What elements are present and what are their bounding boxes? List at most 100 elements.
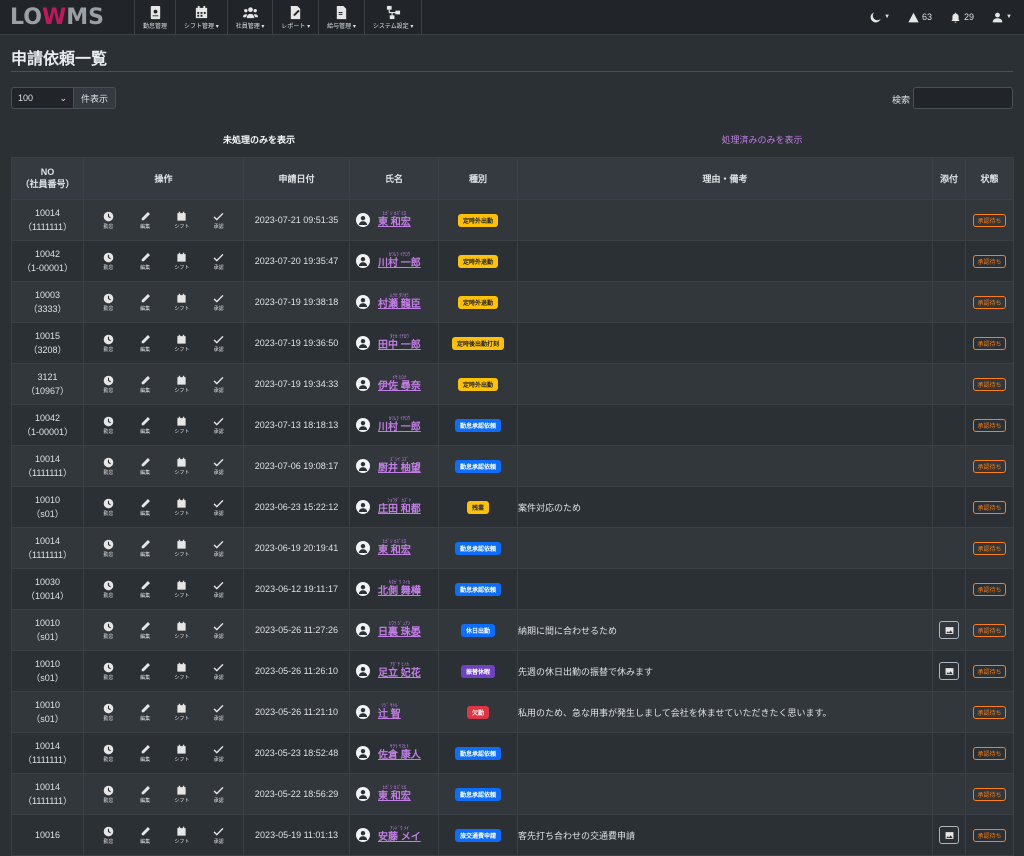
shift-button[interactable]: シフト bbox=[169, 293, 195, 312]
theme-toggle[interactable]: ▼ bbox=[870, 11, 890, 23]
tab-processed[interactable]: 処理済みのみを表示 bbox=[512, 133, 1012, 146]
approve-button[interactable]: 承認 bbox=[206, 498, 232, 517]
attendance-button[interactable]: 勤怠 bbox=[95, 539, 121, 558]
approve-button[interactable]: 承認 bbox=[206, 703, 232, 722]
approve-button[interactable]: 承認 bbox=[206, 539, 232, 558]
shift-button[interactable]: シフト bbox=[169, 662, 195, 681]
tab-unprocessed[interactable]: 未処理のみを表示 bbox=[11, 133, 507, 146]
attachment-button[interactable] bbox=[939, 621, 959, 639]
status-badge[interactable]: 承認待ち bbox=[973, 418, 1006, 432]
employee-name-link[interactable]: ﾑﾗｾ ﾀﾂｵﾐ 村瀬 龍臣 bbox=[378, 293, 421, 311]
approve-button[interactable]: 承認 bbox=[206, 375, 232, 394]
edit-button[interactable]: 編集 bbox=[132, 457, 158, 476]
attendance-button[interactable]: 勤怠 bbox=[95, 744, 121, 763]
status-badge[interactable]: 承認待ち bbox=[973, 295, 1006, 309]
employee-name-link[interactable]: ｶﾜﾑﾗ ｲﾁﾛｳ 川村 一郎 bbox=[378, 252, 421, 270]
edit-button[interactable]: 編集 bbox=[132, 334, 158, 353]
employee-name-link[interactable]: ﾋｶﾞｼ ｶｽﾞﾋﾛ東 和宏 bbox=[378, 211, 411, 229]
edit-button[interactable]: 編集 bbox=[132, 211, 158, 230]
app-logo[interactable]: LO W MS bbox=[0, 0, 134, 34]
employee-name-link[interactable]: ﾋｶﾞｼ ｶｽﾞﾋﾛ東 和宏 bbox=[378, 785, 411, 803]
approve-button[interactable]: 承認 bbox=[206, 621, 232, 640]
edit-button[interactable]: 編集 bbox=[132, 703, 158, 722]
approve-button[interactable]: 承認 bbox=[206, 662, 232, 681]
employee-name-link[interactable]: ﾀﾅｶ ｲﾁﾛｳ 田中 一郎 bbox=[378, 334, 421, 352]
nav-item-4[interactable]: レポート ▾ bbox=[272, 0, 318, 34]
edit-button[interactable]: 編集 bbox=[132, 621, 158, 640]
status-badge[interactable]: 承認待ち bbox=[973, 377, 1006, 391]
shift-button[interactable]: シフト bbox=[169, 785, 195, 804]
approve-button[interactable]: 承認 bbox=[206, 293, 232, 312]
attendance-button[interactable]: 勤怠 bbox=[95, 498, 121, 517]
shift-button[interactable]: シフト bbox=[169, 334, 195, 353]
status-badge[interactable]: 承認待ち bbox=[973, 582, 1006, 596]
approve-button[interactable]: 承認 bbox=[206, 826, 232, 845]
edit-button[interactable]: 編集 bbox=[132, 662, 158, 681]
per-page-dropdown[interactable]: 100 ⌄ bbox=[11, 87, 73, 109]
approve-button[interactable]: 承認 bbox=[206, 252, 232, 271]
attendance-button[interactable]: 勤怠 bbox=[95, 662, 121, 681]
attendance-button[interactable]: 勤怠 bbox=[95, 375, 121, 394]
employee-name-link[interactable]: ｷﾀｶﾞﾜ ﾏｲｶ 北側 舞樺 bbox=[378, 580, 421, 598]
status-badge[interactable]: 承認待ち bbox=[973, 787, 1006, 801]
shift-button[interactable]: シフト bbox=[169, 703, 195, 722]
attendance-button[interactable]: 勤怠 bbox=[95, 416, 121, 435]
attendance-button[interactable]: 勤怠 bbox=[95, 252, 121, 271]
shift-button[interactable]: シフト bbox=[169, 498, 195, 517]
attendance-button[interactable]: 勤怠 bbox=[95, 703, 121, 722]
shift-button[interactable]: シフト bbox=[169, 826, 195, 845]
nav-item-5[interactable]: 給与管理 ▾ bbox=[318, 0, 364, 34]
attendance-button[interactable]: 勤怠 bbox=[95, 293, 121, 312]
status-badge[interactable]: 承認待ち bbox=[973, 500, 1006, 514]
employee-name-link[interactable]: ｻｸﾗ ﾔｽﾋﾄ 佐倉 康人 bbox=[378, 744, 421, 762]
edit-button[interactable]: 編集 bbox=[132, 785, 158, 804]
shift-button[interactable]: シフト bbox=[169, 621, 195, 640]
approve-button[interactable]: 承認 bbox=[206, 457, 232, 476]
employee-name-link[interactable]: ｶﾜﾑﾗ ｲﾁﾛｳ 川村 一郎 bbox=[378, 416, 421, 434]
col-no[interactable]: NO （社員番号） bbox=[11, 157, 84, 200]
edit-button[interactable]: 編集 bbox=[132, 293, 158, 312]
shift-button[interactable]: シフト bbox=[169, 375, 195, 394]
col-name[interactable]: 氏名 bbox=[349, 157, 439, 200]
shift-button[interactable]: シフト bbox=[169, 457, 195, 476]
approve-button[interactable]: 承認 bbox=[206, 785, 232, 804]
edit-button[interactable]: 編集 bbox=[132, 539, 158, 558]
employee-name-link[interactable]: ｼｮｳﾀﾞ ｶｽﾞﾄ 庄田 和都 bbox=[378, 498, 421, 516]
employee-name-link[interactable]: ﾂｼﾞ ｻﾄﾙ辻 智 bbox=[378, 703, 401, 721]
nav-item-3[interactable]: 社員管理 ▾ bbox=[226, 0, 273, 34]
attachment-button[interactable] bbox=[939, 826, 959, 844]
status-badge[interactable]: 承認待ち bbox=[973, 746, 1006, 760]
employee-name-link[interactable]: ｽﾞｼｲ ﾕｽﾞ 厨井 柚望 bbox=[378, 457, 421, 475]
employee-name-link[interactable]: ﾋｳﾗ ｼﾞｭｱﾝ 日裏 珠晏 bbox=[378, 621, 421, 639]
status-badge[interactable]: 承認待ち bbox=[973, 213, 1006, 227]
edit-button[interactable]: 編集 bbox=[132, 498, 158, 517]
employee-name-link[interactable]: ｱﾝﾄﾞｳ ﾒｲ 安藤 メイ bbox=[378, 826, 421, 844]
approve-button[interactable]: 承認 bbox=[206, 211, 232, 230]
status-badge[interactable]: 承認待ち bbox=[973, 541, 1006, 555]
edit-button[interactable]: 編集 bbox=[132, 826, 158, 845]
employee-name-link[interactable]: ｱﾀﾞﾁ ﾋﾉｶ 足立 妃花 bbox=[378, 662, 421, 680]
status-badge[interactable]: 承認待ち bbox=[973, 828, 1006, 842]
shift-button[interactable]: シフト bbox=[169, 252, 195, 271]
shift-button[interactable]: シフト bbox=[169, 211, 195, 230]
status-badge[interactable]: 承認待ち bbox=[973, 336, 1006, 350]
attachment-button[interactable] bbox=[939, 662, 959, 680]
edit-button[interactable]: 編集 bbox=[132, 744, 158, 763]
status-badge[interactable]: 承認待ち bbox=[973, 705, 1006, 719]
approve-button[interactable]: 承認 bbox=[206, 334, 232, 353]
status-badge[interactable]: 承認待ち bbox=[973, 664, 1006, 678]
attendance-button[interactable]: 勤怠 bbox=[95, 211, 121, 230]
nav-item-1[interactable]: 勤怠管理 bbox=[134, 0, 175, 34]
shift-button[interactable]: シフト bbox=[169, 416, 195, 435]
status-badge[interactable]: 承認待ち bbox=[973, 254, 1006, 268]
edit-button[interactable]: 編集 bbox=[132, 375, 158, 394]
employee-name-link[interactable]: ﾋｶﾞｼ ｶｽﾞﾋﾛ東 和宏 bbox=[378, 539, 411, 557]
col-kind[interactable]: 種別 bbox=[438, 157, 518, 200]
search-input[interactable] bbox=[913, 87, 1013, 109]
col-date[interactable]: 申請日付 bbox=[243, 157, 350, 200]
notifications-button[interactable]: 29 bbox=[950, 12, 974, 23]
attendance-button[interactable]: 勤怠 bbox=[95, 580, 121, 599]
attendance-button[interactable]: 勤怠 bbox=[95, 457, 121, 476]
shift-button[interactable]: シフト bbox=[169, 539, 195, 558]
edit-button[interactable]: 編集 bbox=[132, 252, 158, 271]
